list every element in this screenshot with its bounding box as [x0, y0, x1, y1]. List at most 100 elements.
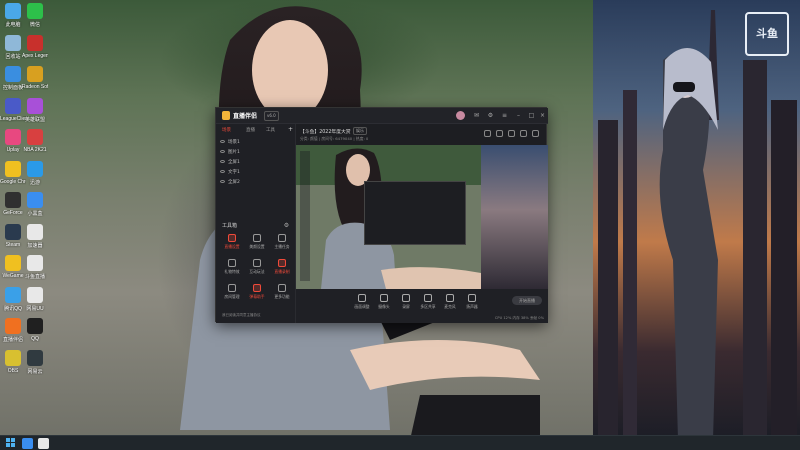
live-companion-window[interactable]: 直播伴侣 v6.0 ✉ ⚙ ≡ – □ × 场景 直播 工具 + 场景1 图片1 全… [215, 107, 548, 323]
minimize-icon[interactable]: – [514, 111, 523, 120]
room-category-badge[interactable]: 娱乐 [353, 127, 367, 135]
desktop-icon[interactable]: NBA 2K21 [22, 129, 48, 153]
live-companion-icon [5, 318, 21, 334]
booster-icon [27, 160, 43, 177]
desktop-icon[interactable]: 网易云 [22, 349, 48, 375]
start-live-button[interactable]: 开始直播 [512, 296, 542, 305]
control-button[interactable]: 录屏 [396, 294, 416, 310]
control-button[interactable]: 麦克风 [440, 294, 460, 310]
desktop-icon[interactable]: Radeon Software [22, 66, 48, 90]
search-icon[interactable] [22, 438, 33, 449]
desktop-icon[interactable]: 微信 [22, 3, 48, 28]
control-button[interactable]: 多区共享 [418, 294, 438, 310]
user-avatar[interactable] [456, 111, 465, 120]
desktop-icon[interactable]: QQ [22, 318, 48, 342]
control-label: 多区共享 [420, 304, 436, 309]
tool-button[interactable]: 弹幕助手 [245, 284, 269, 304]
maximize-icon[interactable]: □ [527, 111, 536, 120]
add-scene-icon[interactable]: + [286, 125, 295, 134]
desktop-icon[interactable]: 小黑盒 [22, 192, 48, 217]
tool-button[interactable]: 主播任务 [270, 234, 294, 254]
menu-icon[interactable]: ≡ [500, 111, 509, 120]
wechat-icon [27, 3, 43, 19]
scene-label: 全屏1 [228, 160, 240, 165]
desktop-icon[interactable]: 英雄联盟 [22, 97, 48, 123]
control-label: 麦克风 [444, 304, 456, 309]
nba-icon [27, 129, 43, 145]
visibility-eye-icon[interactable] [220, 150, 225, 153]
room-title[interactable]: 【斗鱼】2022年度大赏 [300, 128, 351, 135]
apex-icon [27, 34, 43, 51]
geforce-icon [5, 192, 21, 208]
desktop-icon[interactable]: 迅游 [22, 160, 48, 186]
settings-icon[interactable]: ⚙ [486, 111, 495, 120]
room-meta: 分类: 颜值 | 房间号: 6479040 | 热度: 0 [300, 136, 369, 141]
visibility-eye-icon[interactable] [220, 180, 225, 183]
status-bar: CPU 12% 内存 38% 丢帧 0% [494, 316, 544, 320]
control-label: 摄像头 [378, 304, 390, 309]
toolbox-settings-icon[interactable]: ⚙ [282, 221, 291, 230]
scene-item[interactable]: 图片1 [220, 148, 292, 157]
camera-icon[interactable] [496, 130, 503, 137]
scene-item[interactable]: 场景1 [220, 138, 292, 147]
visibility-eye-icon[interactable] [220, 140, 225, 143]
desktop-icon-label: 斗鱼直播 [24, 274, 45, 280]
desktop-icon-label: 迅游 [29, 179, 40, 186]
chat-icon[interactable] [508, 130, 515, 137]
visibility-eye-icon[interactable] [220, 160, 225, 163]
tool-button[interactable]: 美颜设置 [245, 234, 269, 254]
tool-button[interactable]: 直播录制 [270, 259, 294, 279]
tool-button[interactable]: 互动玩法 [245, 259, 269, 279]
control-icon [468, 294, 476, 302]
tool-label: 互动玩法 [249, 269, 265, 274]
control-button[interactable]: 摄像头 [374, 294, 394, 310]
desktop-icon-label: NBA 2K21 [23, 147, 47, 153]
computer-icon [5, 3, 21, 19]
stream-preview[interactable] [296, 145, 548, 289]
scene-item[interactable]: 全屏2 [220, 178, 292, 187]
task-view-icon[interactable] [38, 438, 49, 449]
preview-nested-window [364, 181, 466, 245]
more-icon[interactable] [532, 130, 539, 137]
desktop-icon-label: 网易云 [27, 368, 43, 375]
control-label: 扬声器 [466, 304, 478, 309]
tab-tools[interactable]: 工具 [266, 127, 275, 133]
desktop-icon[interactable]: 斗鱼直播 [22, 255, 48, 280]
share-icon[interactable] [484, 130, 491, 137]
desktop-icon-label: 加速器 [27, 242, 43, 249]
control-button[interactable]: 画面调整 [352, 294, 372, 310]
scene-item[interactable]: 全屏1 [220, 158, 292, 167]
agreement-text[interactable]: 我已阅读并同意主播协议 [222, 313, 261, 318]
scene-item[interactable]: 文字1 [220, 168, 292, 177]
app-titlebar[interactable]: 直播伴侣 v6.0 ✉ ⚙ ≡ – □ × [216, 108, 548, 124]
tool-button[interactable]: 礼物特效 [220, 259, 244, 279]
visibility-eye-icon[interactable] [220, 170, 225, 173]
tool-button[interactable]: 更多功能 [270, 284, 294, 304]
desktop-icon[interactable]: 加速器 [22, 223, 48, 249]
tool-label: 直播设置 [224, 244, 240, 249]
message-icon[interactable]: ✉ [472, 111, 481, 120]
desktop-icon[interactable]: Apex Legends [22, 34, 48, 59]
tab-scenes[interactable]: 场景 [222, 127, 231, 133]
desktop-icon-label: Apex Legends [22, 52, 48, 59]
gift-icon[interactable] [520, 130, 527, 137]
tool-icon [253, 234, 261, 242]
tool-button[interactable]: 房间管理 [220, 284, 244, 304]
obs-icon [5, 349, 21, 366]
qq-icon [5, 286, 21, 303]
control-button[interactable]: 扬声器 [462, 294, 482, 310]
heybox-icon [27, 192, 43, 208]
league-icon [5, 97, 21, 114]
start-button-icon[interactable] [6, 438, 16, 448]
tool-label: 美颜设置 [249, 244, 265, 249]
tool-icon [228, 234, 236, 242]
tool-label: 弹幕助手 [249, 294, 265, 299]
douyu-icon [27, 255, 43, 271]
close-icon[interactable]: × [538, 111, 547, 120]
tab-live[interactable]: 直播 [246, 127, 255, 133]
desktop-icon[interactable]: 网易UU [22, 286, 48, 312]
tool-button[interactable]: 直播设置 [220, 234, 244, 254]
uu-icon [27, 286, 43, 303]
control-label: 录屏 [402, 304, 410, 309]
lol-icon [27, 97, 43, 114]
